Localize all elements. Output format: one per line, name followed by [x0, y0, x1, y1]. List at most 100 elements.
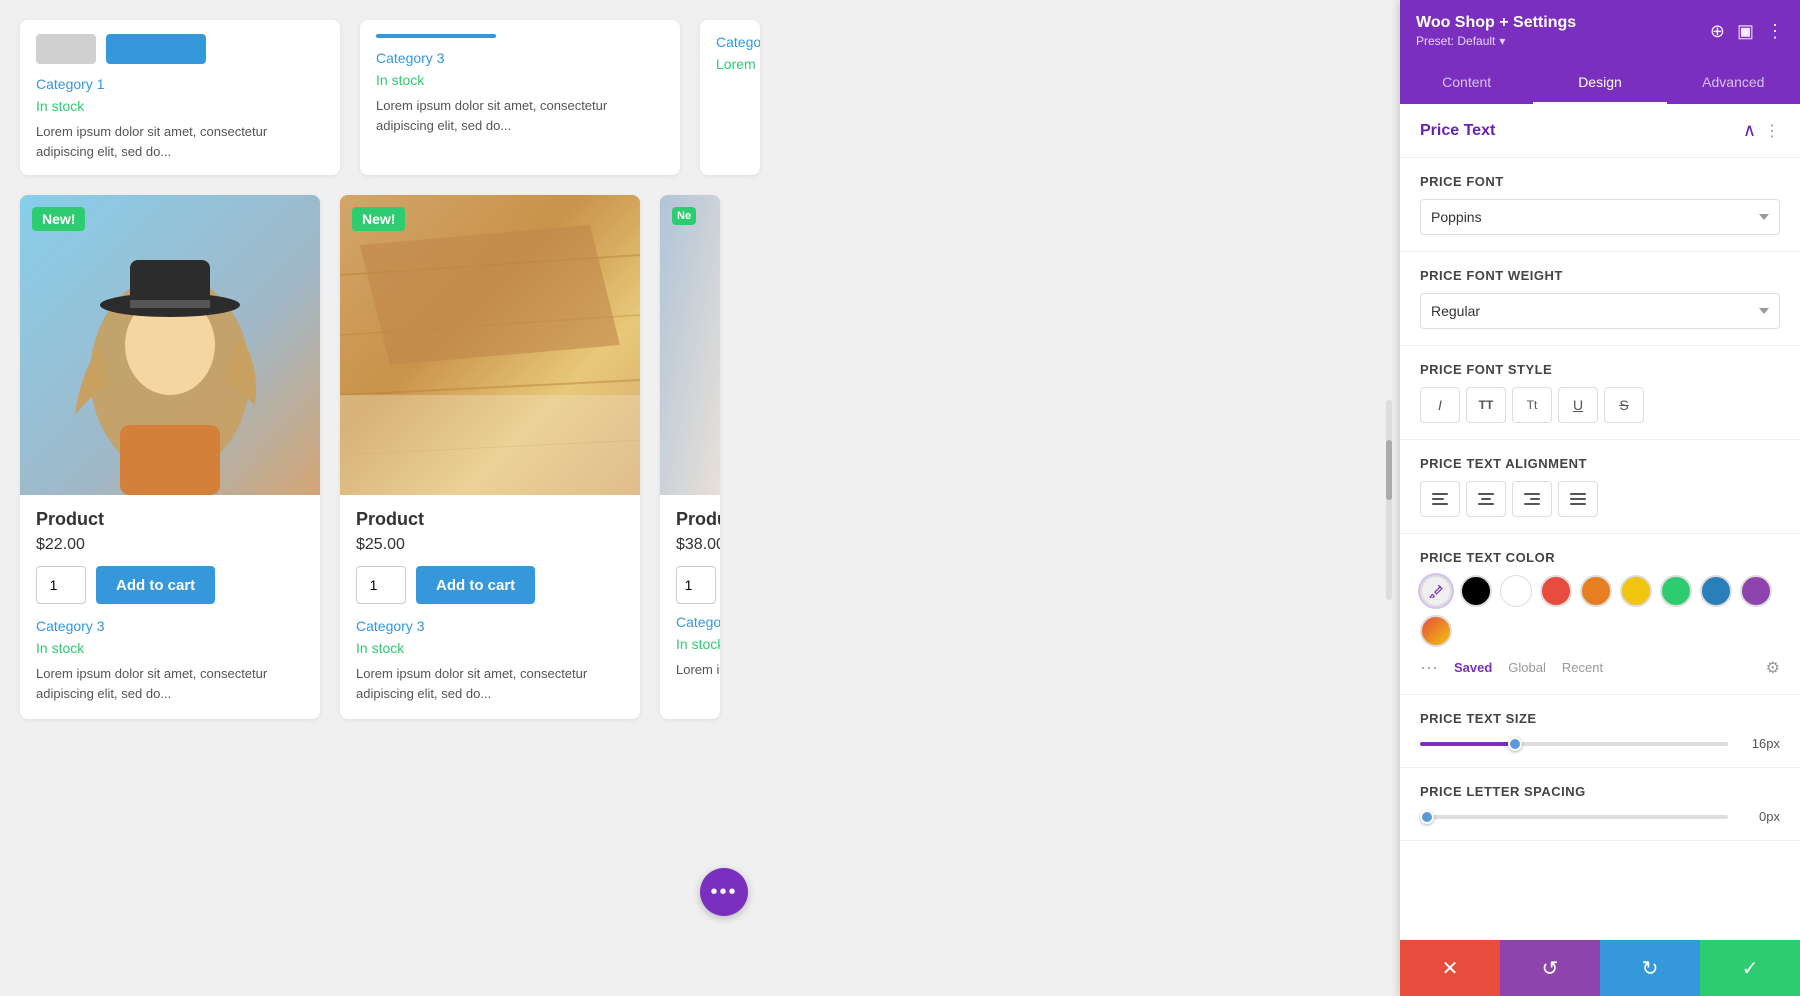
panel-body: Price Text ∧ ⋮ Price Font Poppins Arial … [1400, 104, 1800, 996]
scroll-thumb [1386, 440, 1392, 500]
price-text-size-label: Price Text Size [1420, 711, 1780, 726]
more-icon[interactable]: ⋮ [1766, 21, 1784, 42]
color-eyedropper[interactable] [1420, 575, 1452, 607]
product-category-top-1: Category 1 [36, 76, 324, 92]
product-title-2: Product [356, 509, 624, 530]
product-actions-1: Add to cart [36, 566, 304, 604]
font-style-underline[interactable]: U [1558, 387, 1598, 423]
product-new-badge-1: New! [32, 207, 85, 231]
color-swatch-gradient[interactable] [1420, 615, 1452, 647]
color-swatch-black[interactable] [1460, 575, 1492, 607]
product-title-3: Produ [676, 509, 704, 530]
color-tab-recent[interactable]: Recent [1562, 660, 1603, 675]
redo-button[interactable]: ↻ [1600, 940, 1700, 996]
floating-dots-button[interactable]: ••• [700, 868, 748, 916]
bottom-action-bar: ✕ ↺ ↻ ✓ [1400, 940, 1800, 996]
product-info-1: Product $22.00 Add to cart Category 3 In… [20, 495, 320, 719]
product-qty-1[interactable] [36, 566, 86, 604]
main-product-area: Category 1 In stock Lorem ipsum dolor si… [0, 0, 1400, 996]
product-image-2 [340, 195, 640, 495]
product-stock-bottom-3: In stock [676, 636, 704, 652]
color-swatch-purple[interactable] [1740, 575, 1772, 607]
layout-icon[interactable]: ▣ [1737, 21, 1754, 42]
font-style-italic[interactable]: I [1420, 387, 1460, 423]
color-settings-gear-icon[interactable]: ⚙ [1766, 658, 1780, 678]
tab-content[interactable]: Content [1400, 62, 1533, 104]
price-text-size-slider[interactable] [1420, 742, 1728, 746]
tab-advanced[interactable]: Advanced [1667, 62, 1800, 104]
cancel-button[interactable]: ✕ [1400, 940, 1500, 996]
price-text-size-field: Price Text Size 16px [1400, 695, 1800, 768]
floating-dots-icon: ••• [710, 881, 737, 904]
product-category-bottom-2: Category 3 [356, 618, 624, 634]
color-swatch-blue[interactable] [1700, 575, 1732, 607]
panel-preset: Preset: Default ▾ [1416, 34, 1576, 48]
panel-tabs: Content Design Advanced [1400, 62, 1800, 104]
product-stock-top-2: In stock [376, 72, 664, 88]
product-desc-bottom-3: Lorem ip [676, 660, 704, 680]
price-text-section-header: Price Text ∧ ⋮ [1400, 104, 1800, 158]
save-button[interactable]: ✓ [1700, 940, 1800, 996]
product-title-1: Product [36, 509, 304, 530]
font-style-uppercase[interactable]: TT [1466, 387, 1506, 423]
product-info-3: Produ $38.00 Category In stock Lorem ip [660, 495, 720, 696]
product-image-svg-3 [660, 195, 720, 495]
product-stock-bottom-2: In stock [356, 640, 624, 656]
color-swatch-white[interactable] [1500, 575, 1532, 607]
color-swatch-red[interactable] [1540, 575, 1572, 607]
price-letter-spacing-slider-row: 0px [1420, 809, 1780, 824]
font-style-strikethrough[interactable]: S [1604, 387, 1644, 423]
font-style-buttons: I TT Tt U S [1420, 387, 1780, 423]
price-font-weight-field: Price Font Weight Regular Bold Light Med… [1400, 252, 1800, 346]
add-to-cart-button-1[interactable]: Add to cart [96, 566, 215, 604]
undo-button[interactable]: ↺ [1500, 940, 1600, 996]
tab-design[interactable]: Design [1533, 62, 1666, 104]
section-header-icons: ∧ ⋮ [1743, 120, 1780, 141]
price-letter-spacing-value: 0px [1740, 809, 1780, 824]
product-card-bottom-1: New! Product $22.00 Add to cart Category… [20, 195, 320, 719]
color-tab-global[interactable]: Global [1508, 660, 1546, 675]
product-image-wrap-1: New! [20, 195, 320, 495]
price-text-alignment-label: Price Text Alignment [1420, 456, 1780, 471]
price-letter-spacing-slider[interactable] [1420, 815, 1728, 819]
price-text-alignment-field: Price Text Alignment [1400, 440, 1800, 534]
product-new-badge-2: New! [352, 207, 405, 231]
alignment-buttons [1420, 481, 1780, 517]
section-collapse-icon[interactable]: ∧ [1743, 120, 1756, 141]
product-qty-3[interactable] [676, 566, 716, 604]
color-tab-saved[interactable]: Saved [1454, 660, 1492, 675]
settings-panel: Woo Shop + Settings Preset: Default ▾ ⊕ … [1400, 0, 1800, 996]
price-text-size-slider-row: 16px [1420, 736, 1780, 751]
product-desc-bottom-1: Lorem ipsum dolor sit amet, consectetur … [36, 664, 304, 703]
price-letter-spacing-field: Price Letter Spacing 0px [1400, 768, 1800, 841]
align-left-button[interactable] [1420, 481, 1460, 517]
panel-header-info: Woo Shop + Settings Preset: Default ▾ [1416, 14, 1576, 48]
product-row-bottom: New! Product $22.00 Add to cart Category… [20, 195, 1380, 719]
price-text-color-label: Price Text Color [1420, 550, 1780, 565]
add-to-cart-button-2[interactable]: Add to cart [416, 566, 535, 604]
product-price-2: $25.00 [356, 536, 624, 554]
target-icon[interactable]: ⊕ [1710, 21, 1725, 42]
product-price-3: $38.00 [676, 536, 704, 554]
product-qty-2[interactable] [356, 566, 406, 604]
panel-header-icons: ⊕ ▣ ⋮ [1710, 21, 1784, 42]
align-center-button[interactable] [1466, 481, 1506, 517]
color-swatch-green[interactable] [1660, 575, 1692, 607]
color-swatch-yellow[interactable] [1620, 575, 1652, 607]
product-card-bottom-3: Ne Produ $38.00 Category In stock Lorem … [660, 195, 720, 719]
font-style-capitalize[interactable]: Tt [1512, 387, 1552, 423]
align-justify-button[interactable] [1558, 481, 1598, 517]
section-more-icon[interactable]: ⋮ [1764, 121, 1780, 141]
color-more-dots[interactable]: ··· [1420, 657, 1438, 678]
product-price-1: $22.00 [36, 536, 304, 554]
align-right-button[interactable] [1512, 481, 1552, 517]
product-image-svg-1 [20, 195, 320, 495]
product-stock-top-1: In stock [36, 98, 324, 114]
panel-title: Woo Shop + Settings [1416, 14, 1576, 32]
product-desc-top-1: Lorem ipsum dolor sit amet, consectetur … [36, 122, 324, 161]
price-letter-spacing-label: Price Letter Spacing [1420, 784, 1780, 799]
price-font-label: Price Font [1420, 174, 1780, 189]
price-font-select[interactable]: Poppins Arial Georgia Helvetica [1420, 199, 1780, 235]
price-font-weight-select[interactable]: Regular Bold Light Medium SemiBold [1420, 293, 1780, 329]
color-swatch-orange[interactable] [1580, 575, 1612, 607]
